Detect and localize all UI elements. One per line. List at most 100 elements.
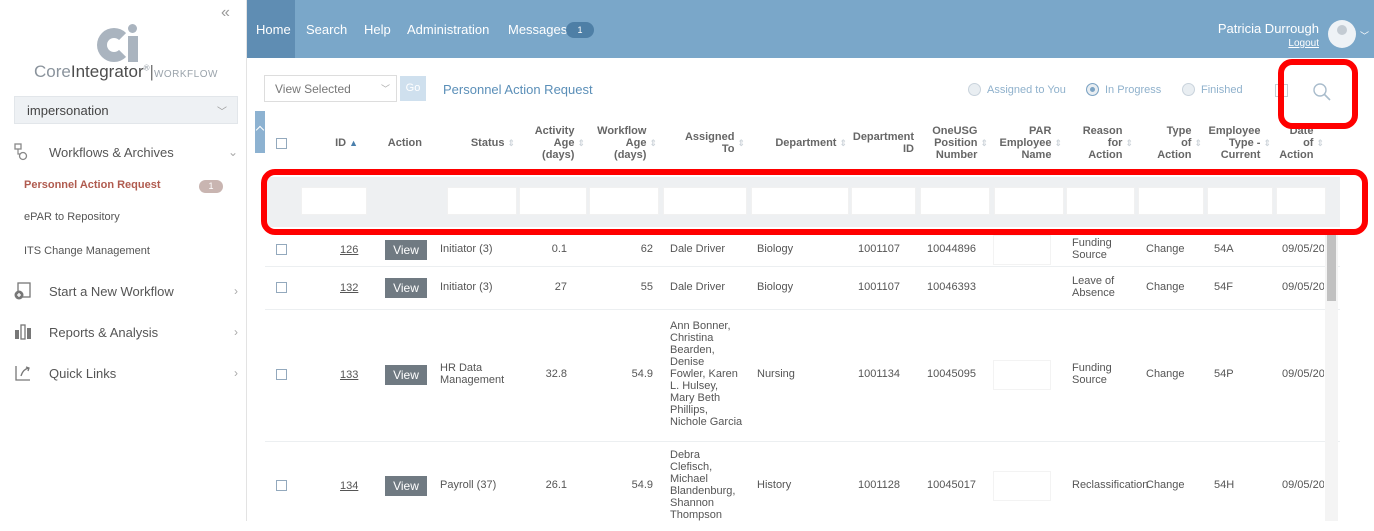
column-header[interactable]: Reason for Action ⇕ (1066, 112, 1133, 174)
tab-help[interactable]: Help (364, 22, 391, 37)
view-button[interactable]: View (385, 476, 427, 496)
record-id-link[interactable]: 134 (340, 480, 358, 492)
column-header-label: Employee Type - Current (1208, 125, 1260, 161)
finished-label[interactable]: Finished (1201, 84, 1243, 96)
header-line: Workflow (597, 125, 647, 137)
column-header[interactable]: Department ID (851, 112, 914, 174)
sidebar-item-epar-to-repository[interactable]: ePAR to Repository (24, 211, 120, 223)
chevron-down-icon[interactable]: ﹀ (1360, 29, 1369, 42)
avatar[interactable] (1328, 20, 1356, 48)
column-header[interactable]: ID ▲ (300, 112, 358, 174)
sort-icon[interactable]: ⇕ (839, 137, 847, 149)
sort-icon[interactable]: ⇕ (1194, 137, 1202, 149)
collapse-sidebar-icon[interactable]: « (221, 4, 230, 22)
tab-search[interactable]: Search (306, 22, 347, 37)
header-line: Action (387, 137, 422, 149)
sort-icon[interactable]: ⇕ (507, 137, 515, 149)
date-of-action: 09/05/20 (1282, 281, 1324, 293)
assigned-to-text: Debra (670, 449, 700, 461)
view-selected-dropdown[interactable]: View Selected ﹀ (264, 75, 397, 102)
header-line: Employee (1208, 125, 1261, 137)
assigned-to-you-radio[interactable] (968, 83, 981, 96)
nav-reports-analysis[interactable]: Reports & Analysis › (0, 320, 246, 346)
column-header-label: Reason for Action (1083, 125, 1123, 161)
date-of-action: 09/05/20 (1282, 244, 1324, 255)
status-text: Payroll (37) (440, 479, 497, 491)
select-all-checkbox[interactable] (276, 138, 287, 149)
sort-icon[interactable]: ⇕ (577, 137, 585, 149)
sort-icon[interactable]: ⇕ (1263, 137, 1271, 149)
top-navigation-bar: Home Search Help Administration Messages… (247, 0, 1374, 58)
sort-icon[interactable]: ⇕ (737, 137, 745, 149)
sidebar-item-its-change-management[interactable]: ITS Change Management (24, 245, 150, 257)
view-button[interactable]: View (385, 365, 427, 385)
nav-workflows-archives[interactable]: Workflows & Archives ⌄ (0, 140, 246, 166)
column-header[interactable]: Activity Age (days) ⇕ (519, 112, 585, 174)
row-checkbox[interactable] (276, 480, 287, 491)
column-header[interactable]: Action (370, 112, 422, 174)
row-checkbox[interactable] (276, 281, 287, 293)
in-progress-radio[interactable] (1086, 83, 1099, 96)
record-id-link[interactable]: 126 (340, 244, 358, 256)
sidebar-item-personnel-action-request[interactable]: Personnel Action Request (24, 179, 161, 191)
header-line: Action (1279, 149, 1314, 161)
activity-age: 32.8 (545, 368, 567, 380)
column-header[interactable]: OneUSG Position Number ⇕ (918, 112, 988, 174)
row-checkbox[interactable] (276, 244, 287, 255)
sort-icon[interactable]: ⇕ (1125, 137, 1133, 149)
employee-type: 54A (1214, 243, 1234, 255)
tab-home[interactable]: Home (247, 0, 295, 58)
column-header[interactable]: PAR Employee Name ⇕ (992, 112, 1062, 174)
header-line: of (1181, 137, 1192, 149)
finished-radio[interactable] (1182, 83, 1195, 96)
type-of-action: Change (1146, 280, 1185, 293)
employee-name-redacted (993, 360, 1051, 390)
record-id-link[interactable]: 133 (340, 369, 358, 381)
header-line: Activity (534, 125, 575, 137)
nav-start-new-workflow[interactable]: Start a New Workflow › (0, 279, 246, 305)
assigned-to-you-label[interactable]: Assigned to You (987, 84, 1066, 96)
sort-icon[interactable]: ⇕ (649, 137, 657, 149)
column-header[interactable]: Status ⇕ (434, 112, 515, 174)
expand-panel-handle[interactable] (255, 111, 265, 153)
sort-icon[interactable]: ⇕ (980, 137, 988, 149)
vertical-scrollbar[interactable] (1325, 233, 1338, 521)
column-header[interactable]: Workflow Age (days) ⇕ (589, 112, 657, 174)
sort-icon[interactable]: ⇕ (1054, 137, 1062, 149)
column-header[interactable]: Type of Action ⇕ (1137, 112, 1202, 174)
tab-administration[interactable]: Administration (407, 22, 489, 37)
assigned-to-text: Michael (670, 473, 708, 485)
assigned-to-text: Nichole Garcia (670, 416, 743, 428)
tab-messages[interactable]: Messages (508, 22, 567, 37)
assigned-to-text: Dale Driver (670, 243, 726, 255)
position-number: 10046393 (927, 280, 976, 293)
header-line: Action (1088, 149, 1123, 161)
sort-icon[interactable]: ⇕ (1316, 137, 1324, 149)
record-id-link[interactable]: 132 (340, 282, 358, 294)
activity-age: 27 (554, 280, 567, 293)
reason-text: Leave of (1072, 274, 1115, 287)
assigned-to-text: Mary Beth (670, 392, 721, 404)
header-line: Employee (999, 137, 1052, 149)
activity-age: 0.1 (551, 243, 567, 255)
row-checkbox[interactable] (276, 369, 287, 380)
column-header[interactable]: Assigned To ⇕ (661, 112, 745, 174)
go-button[interactable]: Go (400, 76, 426, 101)
column-header[interactable]: Employee Type - Current ⇕ (1206, 112, 1271, 174)
logout-link[interactable]: Logout (1288, 38, 1319, 49)
view-button[interactable]: View (385, 277, 427, 298)
workflow-age: 54.9 (631, 368, 653, 380)
in-progress-label[interactable]: In Progress (1105, 84, 1161, 96)
header-line: Age (625, 137, 647, 149)
status-text: Initiator (3) (440, 243, 493, 255)
sort-ascending-icon[interactable]: ▲ (349, 137, 358, 149)
scrollbar-thumb[interactable] (1327, 235, 1336, 301)
header-line: (days) (542, 149, 575, 161)
view-button[interactable]: View (385, 240, 427, 260)
department-id: 1001128 (858, 479, 901, 491)
nav-quick-links[interactable]: Quick Links › (0, 361, 246, 387)
column-header-label: OneUSG Position Number (932, 125, 977, 161)
impersonation-select[interactable]: impersonation ﹀ (14, 96, 238, 124)
chevron-down-icon: ﹀ (217, 107, 227, 118)
column-header[interactable]: Department ⇕ (749, 112, 847, 174)
